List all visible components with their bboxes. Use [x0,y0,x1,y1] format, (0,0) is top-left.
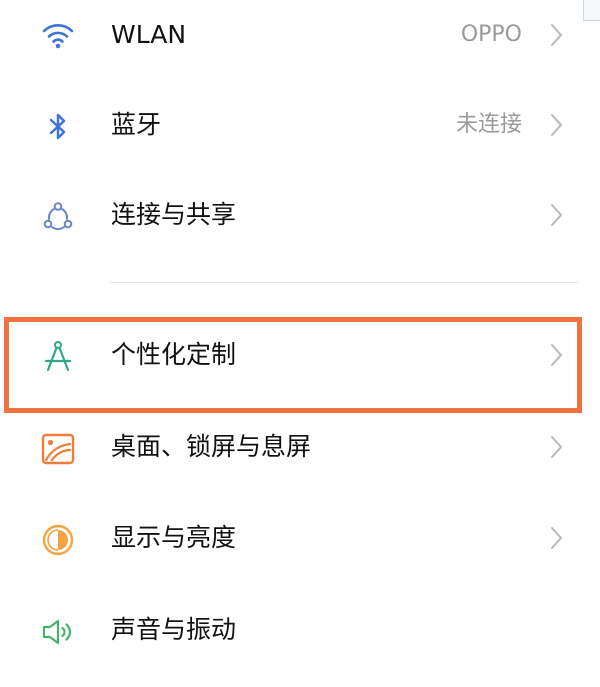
settings-item-value: 未连接 [455,112,522,137]
chevron-right-icon [546,111,566,139]
chevron-right-icon [546,433,566,461]
settings-item-label: WLAN [111,20,187,49]
settings-item-label: 个性化定制 [111,340,237,369]
wallpaper-icon [38,429,78,469]
settings-item-personalization[interactable]: 个性化定制 [0,320,600,390]
section-divider [110,282,578,283]
wifi-icon [38,17,78,57]
bluetooth-icon [38,107,78,147]
settings-item-bluetooth[interactable]: 蓝牙 未连接 [0,90,600,160]
compass-icon [38,337,78,377]
brightness-icon [38,520,78,560]
settings-item-value: OPPO [460,22,522,47]
settings-item-label: 显示与亮度 [111,523,237,552]
share-icon [38,197,78,237]
chevron-right-icon [546,201,566,229]
settings-item-sound-vibration[interactable]: 声音与振动 [0,595,600,665]
settings-item-connection-sharing[interactable]: 连接与共享 [0,180,600,250]
settings-item-label: 蓝牙 [111,110,162,139]
settings-item-wlan[interactable]: WLAN OPPO [0,0,600,70]
chevron-right-icon [546,524,566,552]
settings-item-label: 连接与共享 [111,200,237,229]
chevron-right-icon [546,21,566,49]
settings-item-label: 声音与振动 [111,615,237,644]
chevron-right-icon [546,341,566,369]
settings-item-label: 桌面、锁屏与息屏 [111,432,312,461]
settings-item-home-lock-screen[interactable]: 桌面、锁屏与息屏 [0,412,600,482]
settings-item-display-brightness[interactable]: 显示与亮度 [0,503,600,573]
speaker-icon [38,612,78,652]
